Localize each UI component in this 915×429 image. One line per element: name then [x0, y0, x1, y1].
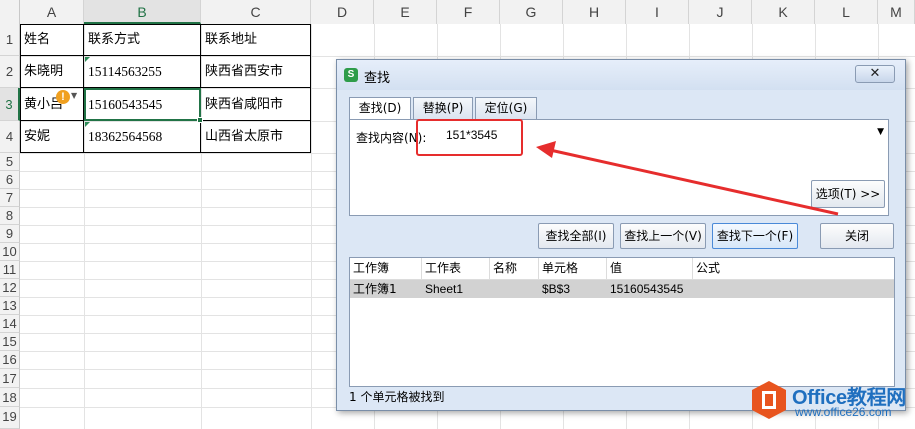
dropdown-arrow-icon[interactable]: ▼: [877, 127, 884, 137]
row-header-5[interactable]: 5: [0, 153, 20, 171]
find-dialog: S 查找 ✕ 查找(D) 替换(P) 定位(G) 查找内容(N): 151*35…: [336, 59, 906, 411]
select-all-corner[interactable]: [0, 0, 20, 24]
result-name: [490, 280, 539, 298]
results-header-sheet[interactable]: 工作表: [422, 258, 490, 280]
column-header-f[interactable]: F: [437, 0, 500, 24]
column-header-k[interactable]: K: [752, 0, 815, 24]
watermark-url: www.office26.com: [795, 405, 892, 419]
column-header-a[interactable]: A: [20, 0, 84, 24]
cell-a2[interactable]: 朱晓明: [20, 56, 84, 88]
row-header-3[interactable]: 3: [0, 88, 20, 121]
results-list: 工作簿 工作表 名称 单元格 值 公式 工作簿1 Sheet1 $B$3 151…: [349, 257, 895, 387]
column-header-g[interactable]: G: [500, 0, 563, 24]
results-header-formula[interactable]: 公式: [693, 258, 894, 280]
results-header-name[interactable]: 名称: [490, 258, 539, 280]
result-formula: [693, 280, 894, 298]
column-header-c[interactable]: C: [201, 0, 311, 24]
number-as-text-indicator: [85, 122, 90, 127]
result-sheet: Sheet1: [425, 282, 464, 296]
column-header-b[interactable]: B: [84, 0, 201, 24]
row-header-15[interactable]: 15: [0, 333, 20, 351]
column-header-l[interactable]: L: [815, 0, 878, 24]
cell-a4[interactable]: 安妮: [20, 121, 84, 153]
find-previous-button[interactable]: 查找上一个(V): [620, 223, 706, 249]
column-header-e[interactable]: E: [374, 0, 437, 24]
find-next-button[interactable]: 查找下一个(F): [712, 223, 798, 249]
row-header-11[interactable]: 11: [0, 261, 20, 279]
row-header-17[interactable]: 17: [0, 369, 20, 388]
highlight-box: [416, 119, 523, 156]
status-text: 1 个单元格被找到: [349, 390, 445, 404]
column-header-j[interactable]: J: [689, 0, 752, 24]
row-header-16[interactable]: 16: [0, 351, 20, 369]
result-workbook: 工作簿1: [353, 282, 397, 296]
column-header-h[interactable]: H: [563, 0, 626, 24]
close-button[interactable]: 关闭: [820, 223, 894, 249]
dialog-titlebar[interactable]: S 查找 ✕: [337, 60, 905, 90]
row-header-12[interactable]: 12: [0, 279, 20, 297]
results-header-workbook[interactable]: 工作簿: [350, 258, 422, 280]
dialog-title: 查找: [364, 71, 391, 86]
cell-c2[interactable]: 陕西省西安市: [201, 56, 311, 88]
row-header-19[interactable]: 19: [0, 407, 20, 429]
cell-c1[interactable]: 联系地址: [201, 24, 311, 56]
tab-replace[interactable]: 替换(P): [413, 97, 473, 119]
row-header-2[interactable]: 2: [0, 56, 20, 88]
find-all-button[interactable]: 查找全部(I): [538, 223, 614, 249]
results-header-value[interactable]: 值: [607, 258, 693, 280]
row-header-4[interactable]: 4: [0, 121, 20, 153]
warning-icon[interactable]: !: [56, 90, 70, 104]
number-as-text-indicator: [85, 57, 90, 62]
office-logo-icon: [752, 381, 786, 419]
row-header-18[interactable]: 18: [0, 388, 20, 407]
table-row[interactable]: 工作簿1 Sheet1 $B$3 15160543545: [350, 280, 894, 298]
cell-a1[interactable]: 姓名: [20, 24, 84, 56]
result-cell: $B$3: [542, 282, 571, 296]
row-header-1[interactable]: 1: [0, 24, 20, 56]
column-header-d[interactable]: D: [311, 0, 374, 24]
column-header-m[interactable]: M: [878, 0, 915, 24]
row-header-14[interactable]: 14: [0, 315, 20, 333]
options-button[interactable]: 选项(T) >>: [811, 180, 885, 208]
row-header-10[interactable]: 10: [0, 243, 20, 261]
cell-b1[interactable]: 联系方式: [84, 24, 201, 56]
result-value: 15160543545: [610, 282, 684, 296]
row-header-8[interactable]: 8: [0, 207, 20, 225]
warning-dropdown-icon[interactable]: ▼: [71, 91, 77, 100]
row-header-6[interactable]: 6: [0, 171, 20, 189]
row-header-7[interactable]: 7: [0, 189, 20, 207]
results-header-cell[interactable]: 单元格: [539, 258, 607, 280]
column-header-i[interactable]: I: [626, 0, 689, 24]
tab-goto[interactable]: 定位(G): [475, 97, 537, 119]
row-header-9[interactable]: 9: [0, 225, 20, 243]
row-header-13[interactable]: 13: [0, 297, 20, 315]
cell-c4[interactable]: 山西省太原市: [201, 121, 311, 153]
wps-logo-icon: S: [344, 68, 358, 82]
close-icon[interactable]: ✕: [855, 65, 895, 83]
cell-b2[interactable]: 15114563255: [84, 56, 201, 88]
cell-c3[interactable]: 陕西省咸阳市: [201, 88, 311, 121]
cell-b3[interactable]: 15160543545: [84, 88, 201, 121]
tab-find[interactable]: 查找(D): [349, 97, 411, 120]
cell-b4[interactable]: 18362564568: [84, 121, 201, 153]
